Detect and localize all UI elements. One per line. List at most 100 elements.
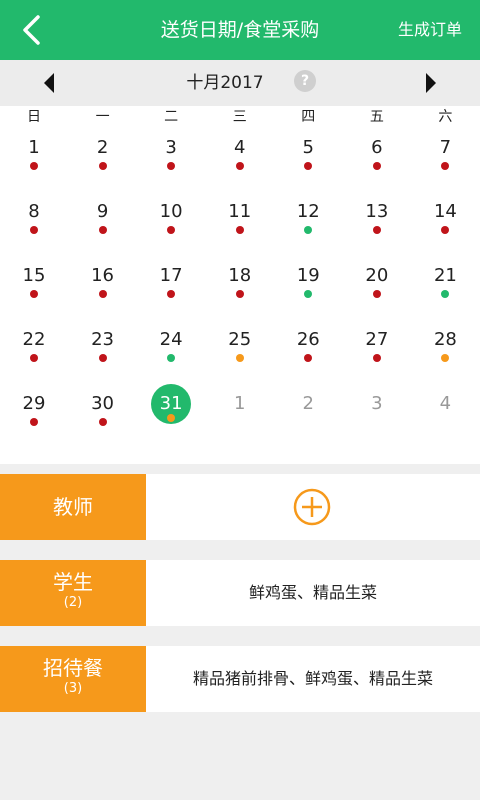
- help-icon[interactable]: ?: [294, 70, 316, 92]
- day-status-dot: [98, 418, 107, 426]
- calendar-day[interactable]: 5: [274, 128, 342, 192]
- month-label: 十月2017: [0, 60, 480, 106]
- day-status-dot: [167, 226, 176, 234]
- day-number: 16: [91, 265, 115, 286]
- weekday-label: 三: [232, 109, 247, 125]
- month-label-text: 十月2017: [186, 73, 264, 93]
- day-number: 17: [159, 265, 183, 286]
- day-status-dot: [98, 290, 107, 298]
- calendar-day[interactable]: 18: [206, 256, 274, 320]
- day-number: 23: [91, 329, 115, 350]
- calendar-day[interactable]: 10: [137, 192, 205, 256]
- calendar-day[interactable]: 20: [343, 256, 411, 320]
- calendar-day[interactable]: 4: [411, 384, 479, 448]
- calendar-day-selected[interactable]: 31: [137, 384, 205, 448]
- back-button[interactable]: [14, 12, 50, 48]
- day-status-dot: [167, 162, 176, 170]
- day-number: 5: [302, 137, 314, 158]
- calendar-day[interactable]: 9: [69, 192, 137, 256]
- day-number: 8: [28, 201, 40, 222]
- day-status-dot: [30, 162, 38, 170]
- day-number: 4: [439, 393, 452, 414]
- month-navigator: 十月2017 ?: [0, 60, 480, 106]
- calendar-day[interactable]: 25: [206, 320, 274, 384]
- calendar-day[interactable]: 1: [0, 128, 68, 192]
- calendar-day[interactable]: 13: [343, 192, 411, 256]
- day-number: 18: [228, 265, 252, 286]
- calendar-day[interactable]: 19: [274, 256, 342, 320]
- day-number: 30: [91, 393, 115, 414]
- day-status-dot: [98, 226, 107, 234]
- day-number: 11: [228, 201, 252, 222]
- meal-label: 教师: [0, 474, 146, 540]
- calendar-day[interactable]: 12: [274, 192, 342, 256]
- day-number: 1: [28, 137, 40, 158]
- calendar-day[interactable]: 2: [274, 384, 342, 448]
- calendar-day[interactable]: 16: [69, 256, 137, 320]
- day-number: 25: [228, 329, 252, 350]
- weekday-label: 六: [438, 109, 453, 125]
- calendar-day[interactable]: 2: [69, 128, 137, 192]
- calendar-day[interactable]: 7: [411, 128, 479, 192]
- plus-circle-icon: [293, 488, 331, 526]
- day-status-dot: [372, 162, 381, 170]
- prev-month-button[interactable]: [36, 69, 64, 97]
- triangle-left-icon: [44, 73, 54, 93]
- day-number: 20: [365, 265, 389, 286]
- meal-name: 学生: [53, 570, 93, 594]
- calendar-day[interactable]: 27: [343, 320, 411, 384]
- calendar-day[interactable]: 23: [69, 320, 137, 384]
- calendar-day[interactable]: 15: [0, 256, 68, 320]
- calendar-day[interactable]: 3: [343, 384, 411, 448]
- generate-order-button[interactable]: 生成订单: [398, 0, 462, 60]
- day-number: 28: [433, 329, 457, 350]
- weekday-label: 二: [164, 109, 179, 125]
- add-item-button[interactable]: [293, 488, 331, 526]
- calendar-day[interactable]: 1: [206, 384, 274, 448]
- day-status-dot: [167, 290, 176, 298]
- calendar-day[interactable]: 17: [137, 256, 205, 320]
- calendar-day[interactable]: 22: [0, 320, 68, 384]
- calendar-day[interactable]: 14: [411, 192, 479, 256]
- calendar-day[interactable]: 24: [137, 320, 205, 384]
- meal-items[interactable]: 鲜鸡蛋、精品生菜: [146, 560, 480, 626]
- calendar-day[interactable]: 4: [206, 128, 274, 192]
- meal-count: (2): [63, 595, 83, 610]
- calendar-day[interactable]: 11: [206, 192, 274, 256]
- calendar-day[interactable]: 21: [411, 256, 479, 320]
- calendar-day[interactable]: 28: [411, 320, 479, 384]
- calendar-day[interactable]: 26: [274, 320, 342, 384]
- day-number: 13: [365, 201, 389, 222]
- day-number: 3: [165, 137, 177, 158]
- meal-label: 学生 (2): [0, 560, 146, 626]
- day-status-dot: [167, 354, 176, 362]
- next-month-button[interactable]: [416, 69, 444, 97]
- calendar-day[interactable]: 30: [69, 384, 137, 448]
- day-status-dot: [304, 290, 313, 298]
- calendar-day[interactable]: 6: [343, 128, 411, 192]
- day-number: 7: [439, 137, 452, 158]
- day-status-dot: [441, 290, 450, 298]
- day-number: 27: [365, 329, 389, 350]
- meal-name: 教师: [53, 495, 93, 519]
- calendar-day[interactable]: 29: [0, 384, 68, 448]
- day-number: 1: [233, 393, 246, 414]
- meal-items[interactable]: 精品猪前排骨、鲜鸡蛋、精品生菜: [146, 646, 480, 712]
- day-status-dot: [441, 354, 450, 362]
- day-number: 26: [296, 329, 320, 350]
- day-status-dot: [441, 226, 450, 234]
- meal-name: 招待餐: [43, 656, 103, 680]
- day-status-dot: [30, 418, 38, 426]
- day-status-dot: [372, 226, 381, 234]
- weekday-label: 日: [27, 109, 41, 125]
- weekday-label: 四: [301, 109, 316, 125]
- day-status-dot: [304, 226, 313, 234]
- chevron-left-icon: [23, 15, 40, 45]
- calendar-day[interactable]: 8: [0, 192, 68, 256]
- meal-row-reception: 招待餐 (3) 精品猪前排骨、鲜鸡蛋、精品生菜: [0, 646, 480, 712]
- calendar-day[interactable]: 3: [137, 128, 205, 192]
- day-number: 19: [296, 265, 320, 286]
- day-number: 2: [96, 137, 109, 158]
- day-status-dot: [304, 354, 313, 362]
- day-number: 15: [22, 265, 46, 286]
